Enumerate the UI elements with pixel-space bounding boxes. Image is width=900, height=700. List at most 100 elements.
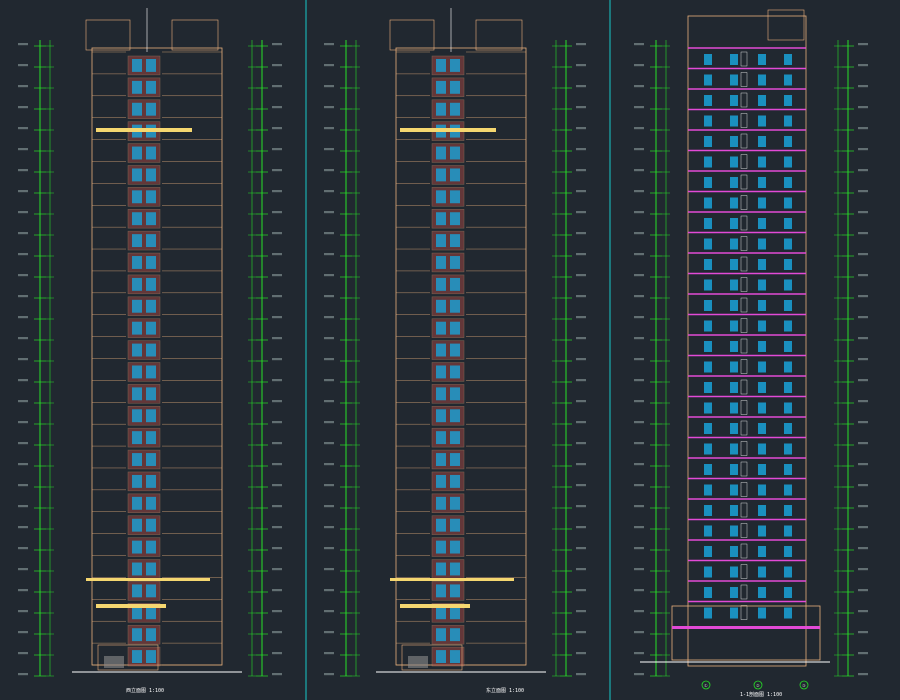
section-window [784, 607, 792, 619]
east-right-level-text-mark [576, 547, 586, 550]
east-window [436, 606, 446, 620]
section-window [730, 177, 738, 188]
section-window [704, 587, 712, 598]
section-right-level-text-mark [858, 484, 868, 487]
east-window [450, 409, 460, 423]
east-window [436, 277, 446, 291]
section-right-level-text-mark [858, 148, 868, 151]
east-right-level-text-mark [576, 253, 586, 256]
grid-axis-label-1: ① [704, 683, 708, 688]
west-right-level-text-mark [272, 274, 282, 277]
west-window [132, 474, 142, 488]
west-window [132, 650, 142, 663]
section-window [784, 443, 792, 455]
west-window [132, 321, 142, 335]
west-right-level-text-mark [272, 568, 282, 571]
section-window [730, 259, 738, 270]
section-window [784, 361, 792, 373]
west-left-level-text-mark [18, 400, 28, 403]
west-left-level-text-mark [18, 274, 28, 277]
east-window [450, 474, 460, 488]
west-window [146, 540, 156, 554]
section-left-level-text-mark [634, 190, 644, 193]
west-right-level-text-mark [272, 211, 282, 214]
section-window [704, 136, 712, 147]
section-left-level-text-mark [634, 337, 644, 340]
section-window [784, 423, 792, 434]
west-right-level-text-mark [272, 85, 282, 88]
section-right-level-text-mark [858, 652, 868, 655]
section-window [704, 115, 712, 127]
section-window [730, 402, 738, 414]
section-window [784, 525, 792, 537]
section-window [730, 300, 738, 311]
section-window [704, 54, 712, 65]
east-right-level-text-mark [576, 337, 586, 340]
west-left-level-text-mark [18, 106, 28, 109]
west-right-level-text-mark [272, 190, 282, 193]
west-window [146, 256, 156, 269]
section-window [758, 464, 766, 475]
west-left-level-text-mark [18, 673, 28, 676]
west-right-level-text-mark [272, 379, 282, 382]
east-window [436, 496, 446, 510]
east-window [450, 80, 460, 94]
section-left-level-text-mark [634, 211, 644, 214]
section-right-level-text-mark [858, 169, 868, 172]
east-window [450, 277, 460, 291]
section-podium-slab [672, 626, 820, 629]
section-window [730, 423, 738, 434]
west-right-level-text-mark [272, 337, 282, 340]
west-left-level-text-mark [18, 43, 28, 46]
west-right-level-text-mark [272, 358, 282, 361]
east-right-level-text-mark [576, 631, 586, 634]
east-window [450, 496, 460, 510]
section-window [730, 443, 738, 455]
section-window [704, 464, 712, 475]
section-left-level-text-mark [634, 547, 644, 550]
east-left-level-text-mark [324, 190, 334, 193]
east-left-level-text-mark [324, 253, 334, 256]
east-window [450, 190, 460, 204]
section-window [784, 177, 792, 188]
west-window [146, 518, 156, 532]
caption-elevation-east: 东立面图 1:100 [486, 687, 524, 694]
west-left-level-text-mark [18, 127, 28, 130]
east-left-level-text-mark [324, 127, 334, 130]
section-window [784, 259, 792, 270]
section-window [730, 115, 738, 127]
section-window [758, 300, 766, 311]
section-right-level-text-mark [858, 43, 868, 46]
west-window [132, 409, 142, 423]
section-right-level-text-mark [858, 379, 868, 382]
section-right-level-text-mark [858, 610, 868, 613]
west-left-level-text-mark [18, 526, 28, 529]
west-window [146, 168, 156, 182]
section-window [758, 95, 766, 106]
west-window [146, 299, 156, 313]
east-window [450, 102, 460, 116]
section-left-level-text-mark [634, 652, 644, 655]
east-right-level-text-mark [576, 232, 586, 235]
east-accent-band-top [400, 128, 496, 132]
east-window [450, 584, 460, 598]
east-right-level-text-mark [576, 589, 586, 592]
section-window [730, 136, 738, 147]
east-window [450, 453, 460, 466]
west-window [146, 190, 156, 204]
east-window [436, 584, 446, 598]
east-right-level-text-mark [576, 568, 586, 571]
west-left-level-text-mark [18, 337, 28, 340]
east-left-level-text-mark [324, 337, 334, 340]
west-window [146, 146, 156, 160]
section-window [704, 74, 712, 86]
section-window [758, 156, 766, 168]
east-left-level-text-mark [324, 358, 334, 361]
section-window [704, 177, 712, 188]
west-right-level-text-mark [272, 463, 282, 466]
west-right-level-text-mark [272, 484, 282, 487]
section-right-level-text-mark [858, 547, 868, 550]
section-window [784, 95, 792, 106]
section-window [758, 74, 766, 86]
section-window [784, 402, 792, 414]
